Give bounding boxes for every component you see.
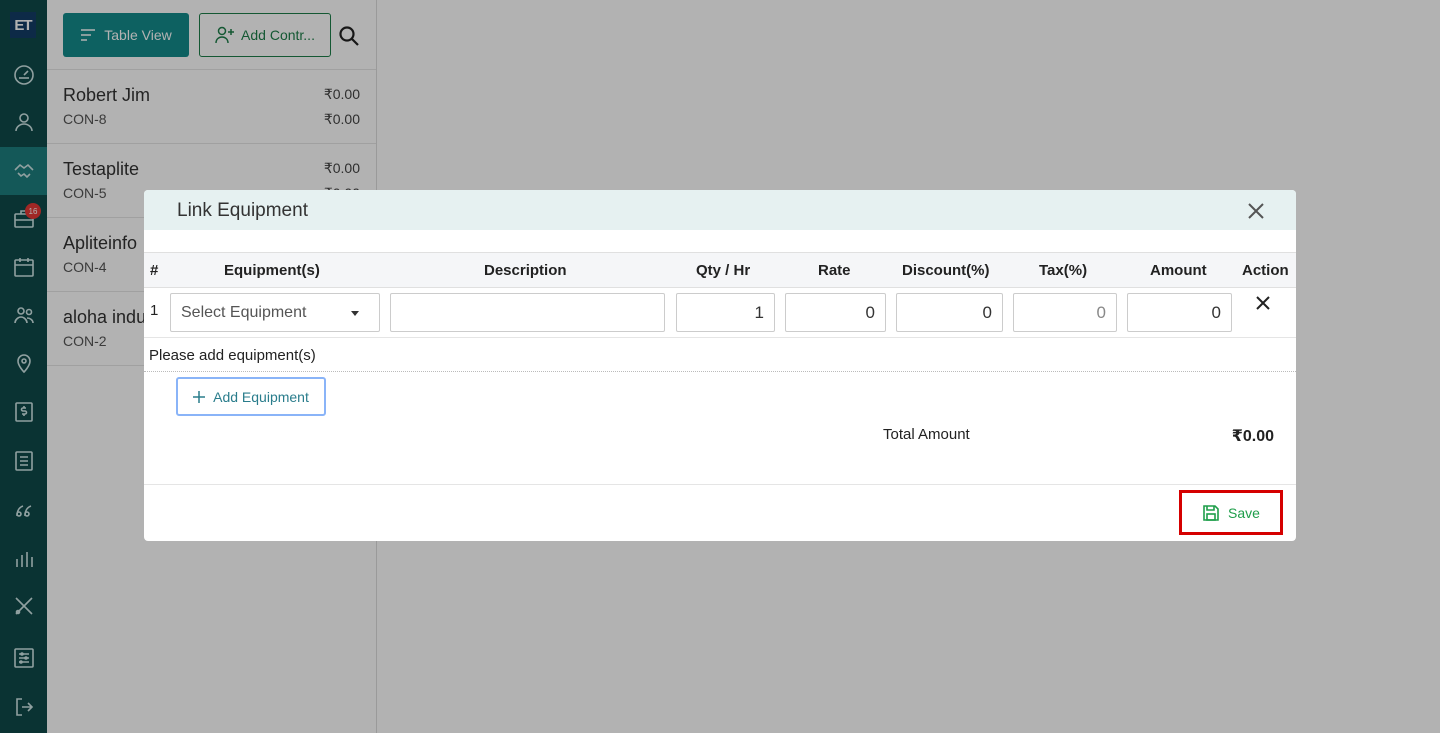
- total-amount-value: ₹0.00: [1231, 428, 1274, 445]
- col-amount: Amount: [1150, 262, 1207, 279]
- col-index: #: [150, 262, 159, 279]
- close-icon: [1248, 203, 1264, 219]
- equipment-select[interactable]: Select Equipment: [170, 293, 380, 332]
- table-row: 1 Select Equipment 1 0 0 0 0: [144, 288, 1296, 338]
- amount-input[interactable]: 0: [1127, 293, 1232, 332]
- discount-input[interactable]: 0: [896, 293, 1003, 332]
- add-equipment-label: Add Equipment: [213, 388, 309, 405]
- col-description: Description: [484, 262, 567, 279]
- total-amount-label: Total Amount: [883, 426, 970, 443]
- col-action: Action: [1242, 262, 1289, 279]
- description-input[interactable]: [390, 293, 665, 332]
- add-equipment-button[interactable]: Add Equipment: [176, 377, 326, 416]
- validation-hint: Please add equipment(s): [149, 347, 316, 364]
- rate-input[interactable]: 0: [785, 293, 886, 332]
- highlight-box: Save: [1179, 490, 1283, 535]
- qty-input[interactable]: 1: [676, 293, 775, 332]
- divider: [144, 484, 1296, 485]
- equipment-select-placeholder: Select Equipment: [181, 303, 307, 321]
- row-index: 1: [150, 302, 159, 319]
- caret-down-icon: [351, 311, 359, 316]
- modal-title: Link Equipment: [177, 200, 308, 221]
- col-tax: Tax(%): [1039, 262, 1088, 279]
- save-icon: [1203, 504, 1219, 521]
- link-equipment-modal: Link Equipment # Equipment(s) Descriptio…: [144, 190, 1296, 541]
- tax-input[interactable]: 0: [1013, 293, 1117, 332]
- divider: [144, 371, 1296, 372]
- col-qty: Qty / Hr: [696, 262, 751, 279]
- close-icon: [1256, 296, 1270, 310]
- plus-icon: [193, 390, 206, 403]
- col-equipment: Equipment(s): [224, 262, 320, 279]
- remove-row-button[interactable]: [1256, 296, 1274, 314]
- col-discount: Discount(%): [902, 262, 990, 279]
- modal-header: Link Equipment: [144, 190, 1296, 230]
- equipment-table-header: # Equipment(s) Description Qty / Hr Rate…: [144, 252, 1296, 288]
- col-rate: Rate: [818, 262, 851, 279]
- close-button[interactable]: [1246, 201, 1266, 221]
- save-label: Save: [1228, 504, 1260, 521]
- save-button[interactable]: Save: [1185, 496, 1277, 529]
